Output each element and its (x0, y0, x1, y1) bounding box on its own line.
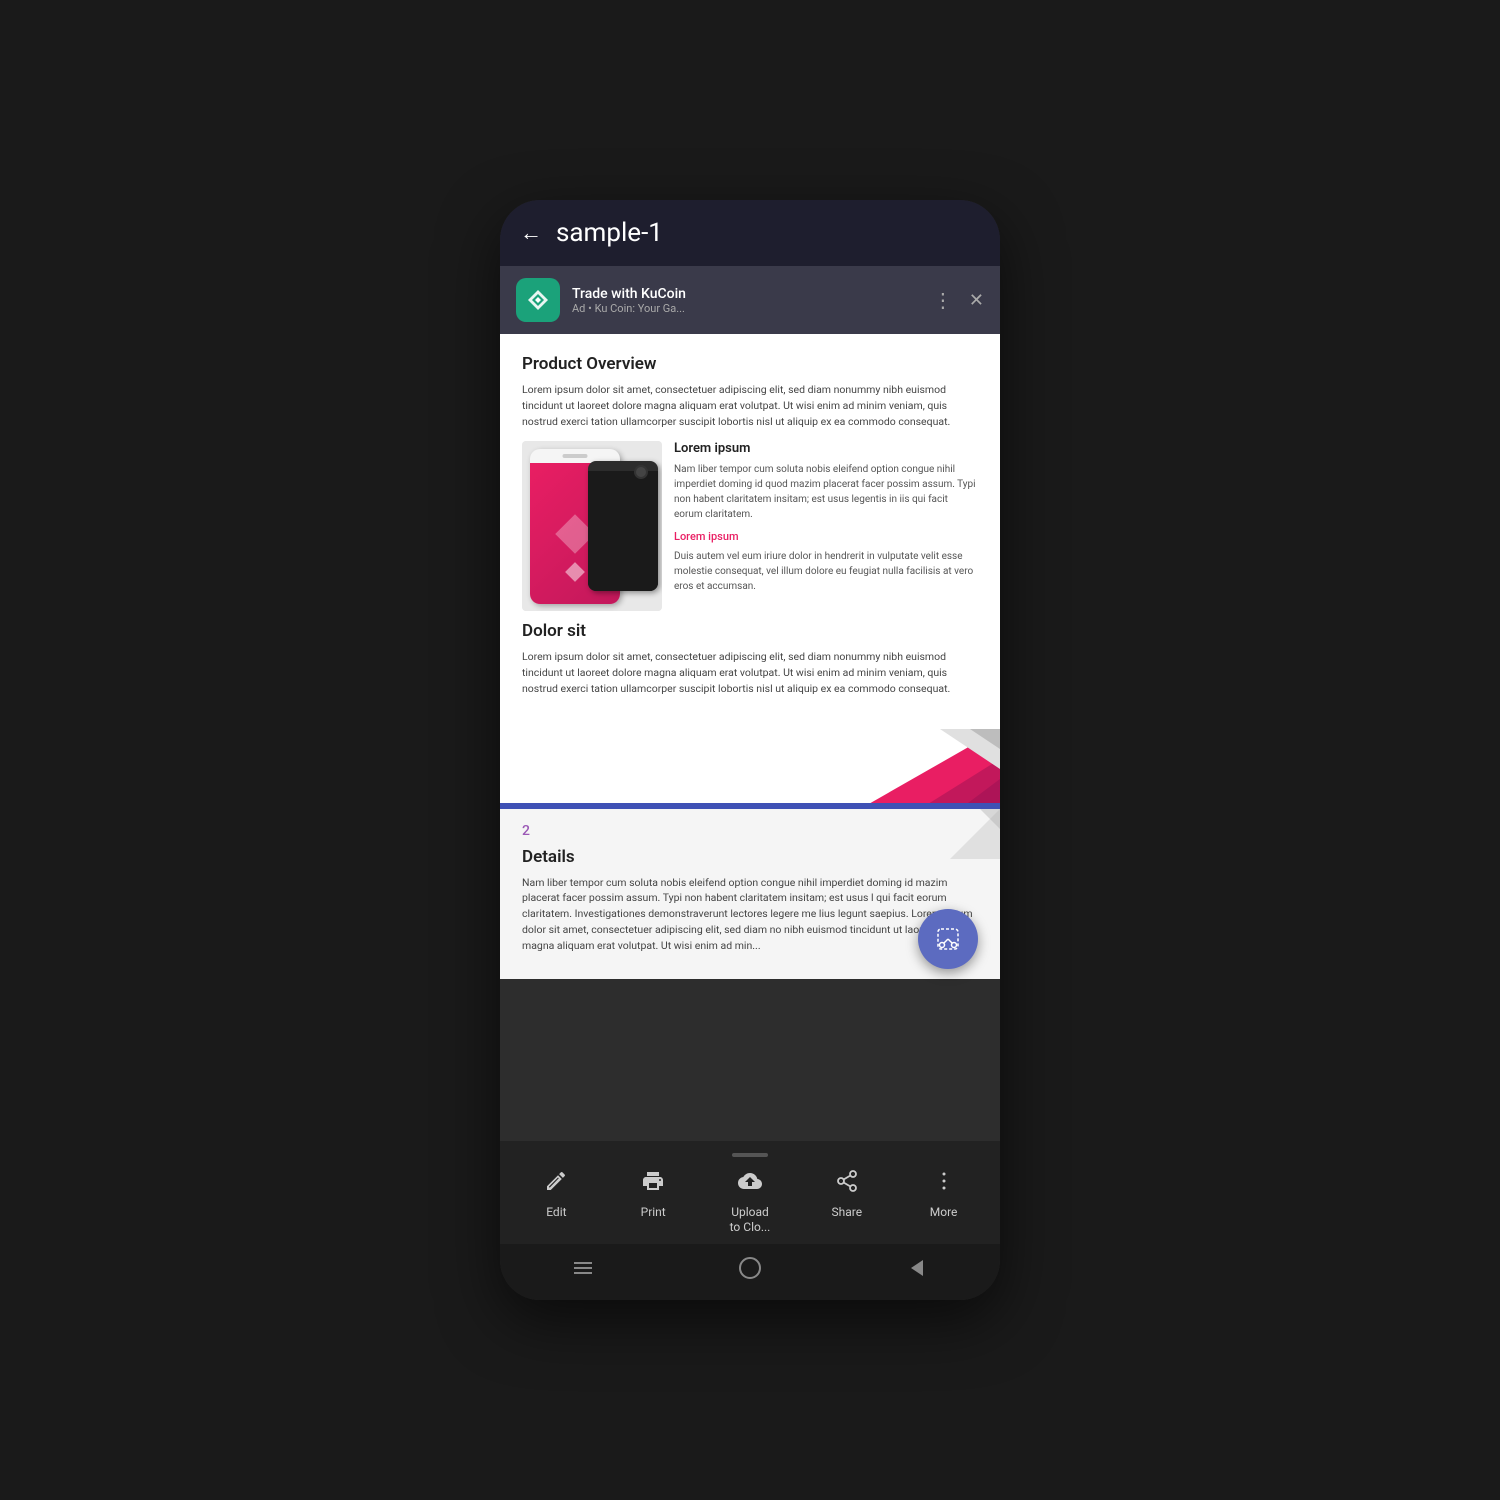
ad-description: Ku Coin: Your Ga... (595, 302, 685, 315)
drag-handle[interactable] (732, 1153, 768, 1157)
bottom-toolbar: Edit Print Uploadto Clo... (500, 1141, 1000, 1244)
more-icon (932, 1169, 956, 1199)
edit-icon (544, 1169, 568, 1199)
top-bar: ← sample-1 (500, 200, 1000, 266)
ad-text-block: Trade with KuCoin Ad • Ku Coin: Your Ga.… (572, 286, 921, 315)
product-overview-body: Lorem ipsum dolor sit amet, consectetuer… (522, 382, 978, 429)
page2-content: 2 Details Nam liber tempor cum soluta no… (500, 809, 1000, 980)
toolbar-actions: Edit Print Uploadto Clo... (500, 1169, 1000, 1236)
back-nav-button[interactable] (905, 1256, 929, 1286)
navigation-bar (500, 1244, 1000, 1300)
phone-secondary (588, 461, 658, 591)
fab-button[interactable] (918, 909, 978, 969)
print-label: Print (641, 1205, 666, 1221)
page-title: sample-1 (556, 218, 663, 248)
ad-more-button[interactable]: ⋮ (933, 288, 953, 312)
ad-actions: ⋮ ✕ (933, 288, 984, 312)
product-image (522, 441, 662, 611)
more-label: More (930, 1205, 958, 1221)
edit-button[interactable]: Edit (521, 1169, 591, 1221)
ad-app-name: Trade with KuCoin (572, 286, 921, 302)
ad-app-icon (516, 278, 560, 322)
page1-content: Product Overview Lorem ipsum dolor sit a… (500, 334, 1000, 729)
lorem-link[interactable]: Lorem ipsum (674, 530, 978, 543)
home-button[interactable] (738, 1256, 762, 1286)
dolor-title: Dolor sit (522, 621, 978, 641)
two-column-section: Lorem ipsum Nam liber tempor cum soluta … (522, 441, 978, 611)
share-icon (835, 1169, 859, 1199)
details-body: Nam liber tempor cum soluta nobis eleife… (522, 875, 978, 954)
upload-button[interactable]: Uploadto Clo... (715, 1169, 785, 1236)
share-label: Share (831, 1205, 862, 1221)
ad-close-button[interactable]: ✕ (969, 290, 984, 311)
print-button[interactable]: Print (618, 1169, 688, 1221)
more-button[interactable]: More (909, 1169, 979, 1221)
lorem-title: Lorem ipsum (674, 441, 978, 456)
right-column: Lorem ipsum Nam liber tempor cum soluta … (674, 441, 978, 611)
page-number: 2 (522, 823, 978, 839)
edit-label: Edit (546, 1205, 566, 1221)
ad-subtitle: Ad • Ku Coin: Your Ga... (572, 302, 921, 315)
phone-container: ← sample-1 Trade with KuCoin Ad • Ku Coi… (500, 200, 1000, 1300)
menu-button[interactable] (571, 1256, 595, 1286)
page1-decoration (500, 729, 1000, 809)
product-overview-title: Product Overview (522, 354, 978, 374)
details-title: Details (522, 847, 978, 867)
dolor-body: Lorem ipsum dolor sit amet, consectetuer… (522, 649, 978, 696)
share-button[interactable]: Share (812, 1169, 882, 1221)
upload-icon (738, 1169, 762, 1199)
ad-label: Ad (572, 302, 585, 315)
ad-banner: Trade with KuCoin Ad • Ku Coin: Your Ga.… (500, 266, 1000, 334)
lorem-body2: Duis autem vel eum iriure dolor in hendr… (674, 549, 978, 594)
content-area: Product Overview Lorem ipsum dolor sit a… (500, 334, 1000, 1141)
print-icon (641, 1169, 665, 1199)
lorem-body: Nam liber tempor cum soluta nobis eleife… (674, 462, 978, 522)
upload-label: Uploadto Clo... (730, 1205, 771, 1236)
back-button[interactable]: ← (520, 220, 542, 246)
